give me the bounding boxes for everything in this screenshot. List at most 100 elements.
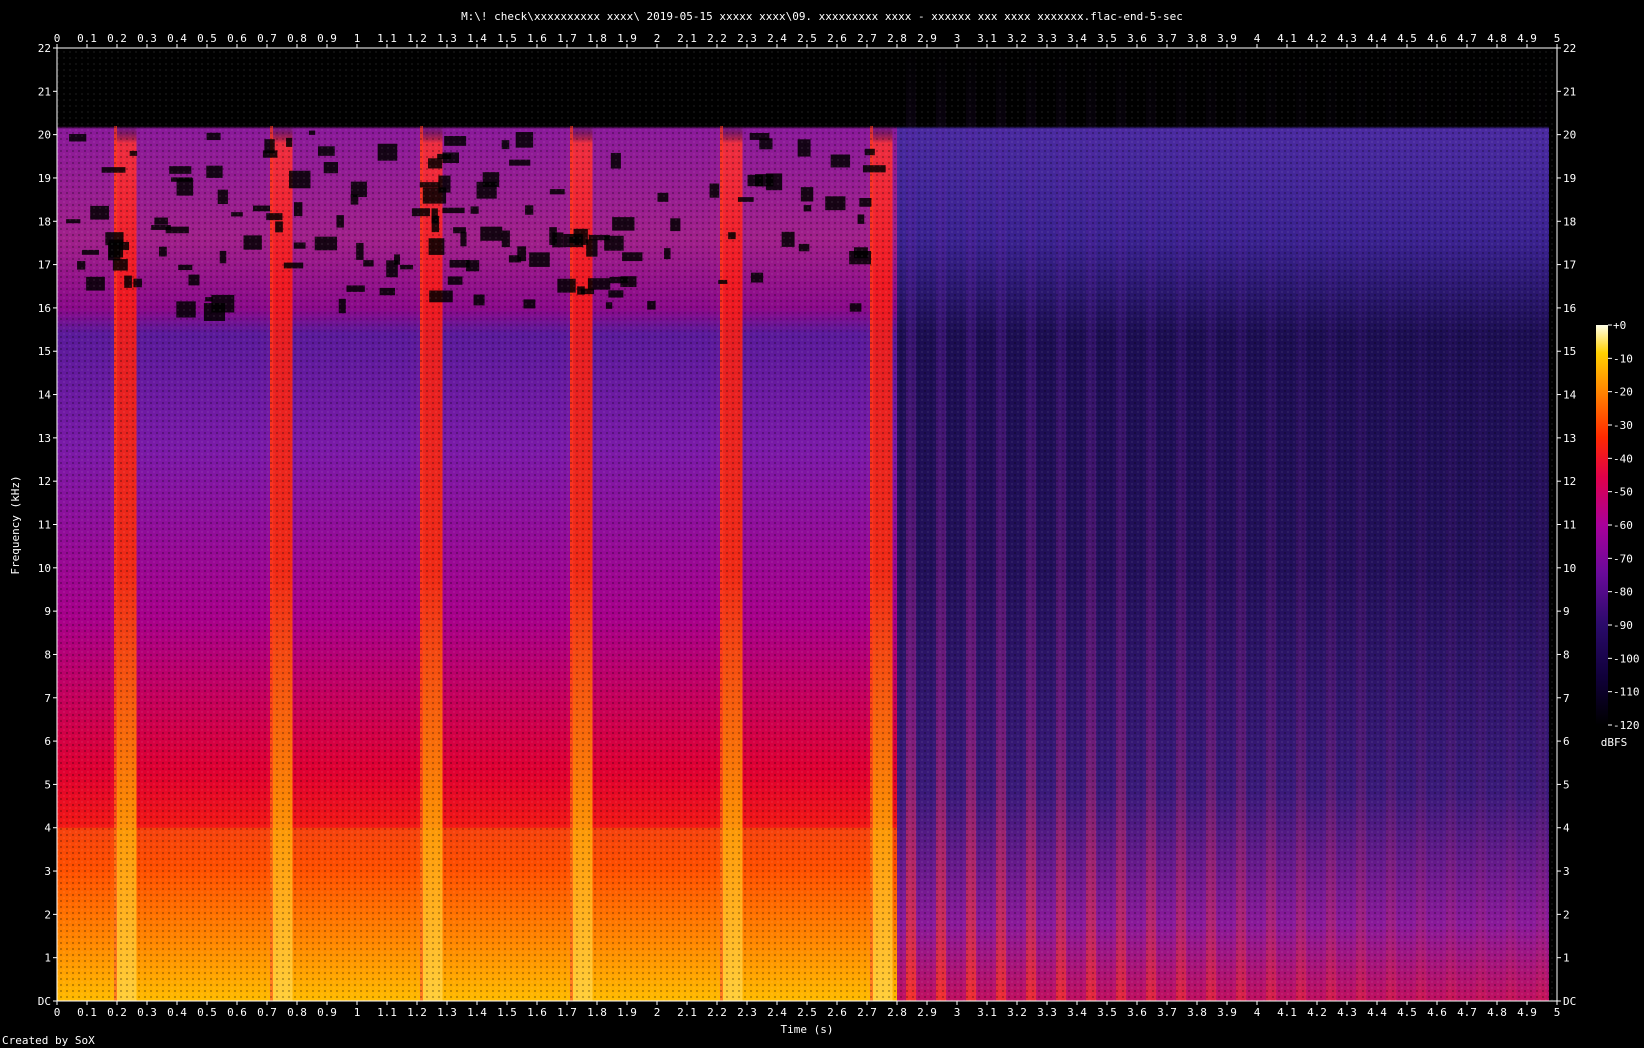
x-tick-label-bottom: 3.3 bbox=[1037, 1006, 1057, 1019]
x-tick-label-top: 2.4 bbox=[767, 32, 787, 45]
x-tick-label-top: 4.6 bbox=[1427, 32, 1447, 45]
colorbar-tick-label: -20 bbox=[1613, 386, 1633, 399]
y-tick-label-right: 17 bbox=[1563, 259, 1576, 272]
y-axis-right: DC12345678910111213141516171819202122 bbox=[1557, 42, 1577, 1008]
x-tick-label-top: 2.7 bbox=[857, 32, 877, 45]
colorbar-tick-label: -30 bbox=[1613, 419, 1633, 432]
x-tick-label-bottom: 3.5 bbox=[1097, 1006, 1117, 1019]
y-tick-label-right: 15 bbox=[1563, 345, 1576, 358]
x-tick-label-top: 4 bbox=[1254, 32, 1261, 45]
y-tick-label-right: 4 bbox=[1563, 822, 1570, 835]
x-tick-label-bottom: 2.1 bbox=[677, 1006, 697, 1019]
colorbar-gradient bbox=[1596, 325, 1608, 725]
x-axis-label: Time (s) bbox=[781, 1023, 834, 1036]
x-tick-label-top: 1.2 bbox=[407, 32, 427, 45]
x-tick-label-bottom: 4.5 bbox=[1397, 1006, 1417, 1019]
x-tick-label-top: 1 bbox=[354, 32, 361, 45]
x-tick-label-bottom: 2.8 bbox=[887, 1006, 907, 1019]
x-tick-label-top: 0.4 bbox=[167, 32, 187, 45]
y-tick-label-left: 2 bbox=[44, 908, 51, 921]
x-tick-label-top: 3.1 bbox=[977, 32, 997, 45]
x-tick-label-bottom: 1.4 bbox=[467, 1006, 487, 1019]
x-tick-label-top: 2.5 bbox=[797, 32, 817, 45]
y-tick-label-left: 15 bbox=[38, 345, 51, 358]
x-tick-label-bottom: 4.2 bbox=[1307, 1006, 1327, 1019]
y-axis-left: DC12345678910111213141516171819202122 bbox=[38, 42, 57, 1008]
x-tick-label-bottom: 4.9 bbox=[1517, 1006, 1537, 1019]
x-tick-label-bottom: 2.6 bbox=[827, 1006, 847, 1019]
y-tick-label-left: 16 bbox=[38, 302, 51, 315]
x-tick-label-top: 2.6 bbox=[827, 32, 847, 45]
y-tick-label-left: DC bbox=[38, 995, 51, 1008]
x-tick-label-top: 4.9 bbox=[1517, 32, 1537, 45]
y-tick-label-left: 4 bbox=[44, 822, 51, 835]
y-tick-label-left: 9 bbox=[44, 605, 51, 618]
y-tick-label-right: 11 bbox=[1563, 519, 1576, 532]
x-tick-label-top: 3.9 bbox=[1217, 32, 1237, 45]
x-tick-label-bottom: 2.4 bbox=[767, 1006, 787, 1019]
y-tick-label-right: 20 bbox=[1563, 129, 1576, 142]
x-tick-label-top: 3.5 bbox=[1097, 32, 1117, 45]
y-tick-label-right: 2 bbox=[1563, 908, 1570, 921]
x-tick-label-top: 4.1 bbox=[1277, 32, 1297, 45]
x-tick-label-top: 0.7 bbox=[257, 32, 277, 45]
x-tick-label-bottom: 2.9 bbox=[917, 1006, 937, 1019]
colorbar: +0 -10 -20 -30 -40 -50 -60 -70 -80 -90 -100 -110 -12… bbox=[1596, 319, 1640, 749]
footer-credit: Created by SoX bbox=[2, 1034, 95, 1047]
x-tick-label-bottom: 2 bbox=[654, 1006, 661, 1019]
x-tick-label-bottom: 5 bbox=[1554, 1006, 1561, 1019]
x-tick-label-top: 2.3 bbox=[737, 32, 757, 45]
y-tick-label-left: 8 bbox=[44, 648, 51, 661]
colorbar-tick-label: -10 bbox=[1613, 352, 1633, 365]
x-tick-label-top: 4.8 bbox=[1487, 32, 1507, 45]
x-tick-label-bottom: 1.8 bbox=[587, 1006, 607, 1019]
x-tick-label-bottom: 0.3 bbox=[137, 1006, 157, 1019]
x-tick-label-top: 4.4 bbox=[1367, 32, 1387, 45]
x-tick-label-bottom: 0.7 bbox=[257, 1006, 277, 1019]
x-tick-label-top: 0.2 bbox=[107, 32, 127, 45]
x-tick-label-top: 3.3 bbox=[1037, 32, 1057, 45]
x-tick-label-top: 1.9 bbox=[617, 32, 637, 45]
y-tick-label-right: 22 bbox=[1563, 42, 1576, 55]
x-tick-label-bottom: 4.6 bbox=[1427, 1006, 1447, 1019]
x-tick-label-bottom: 3.2 bbox=[1007, 1006, 1027, 1019]
x-tick-label-bottom: 3 bbox=[954, 1006, 961, 1019]
colorbar-tick-label: -40 bbox=[1613, 452, 1633, 465]
y-tick-label-right: 1 bbox=[1563, 952, 1570, 965]
colorbar-label: dBFS bbox=[1601, 736, 1628, 749]
x-tick-label-bottom: 4.4 bbox=[1367, 1006, 1387, 1019]
y-tick-label-left: 5 bbox=[44, 778, 51, 791]
x-tick-label-bottom: 1.1 bbox=[377, 1006, 397, 1019]
y-tick-label-right: 19 bbox=[1563, 172, 1576, 185]
x-tick-label-bottom: 3.6 bbox=[1127, 1006, 1147, 1019]
x-tick-label-bottom: 3.4 bbox=[1067, 1006, 1087, 1019]
colorbar-tick-label: -90 bbox=[1613, 619, 1633, 632]
y-tick-label-right: 3 bbox=[1563, 865, 1570, 878]
x-tick-label-bottom: 4.3 bbox=[1337, 1006, 1357, 1019]
y-tick-label-left: 12 bbox=[38, 475, 51, 488]
x-axis-top: 0 0.1 0.2 0.3 0.4 0.5 0.6 0.7 0.8 0.9 1 1.1 1.2 1.3 1.… bbox=[54, 32, 1561, 48]
x-tick-label-bottom: 3.7 bbox=[1157, 1006, 1177, 1019]
x-tick-label-bottom: 0.9 bbox=[317, 1006, 337, 1019]
colorbar-tick-label: -80 bbox=[1613, 586, 1633, 599]
chart-title: M:\! check\xxxxxxxxxx xxxx\ 2019-05-15 x… bbox=[461, 10, 1183, 23]
y-tick-label-left: 1 bbox=[44, 952, 51, 965]
x-tick-label-bottom: 0.4 bbox=[167, 1006, 187, 1019]
x-tick-label-top: 4.3 bbox=[1337, 32, 1357, 45]
noise-texture bbox=[57, 48, 1557, 1001]
colorbar-tick-label: -70 bbox=[1613, 552, 1633, 565]
x-tick-label-top: 3.8 bbox=[1187, 32, 1207, 45]
y-tick-label-right: 14 bbox=[1563, 389, 1577, 402]
x-tick-label-bottom: 1.6 bbox=[527, 1006, 547, 1019]
x-tick-label-top: 0.6 bbox=[227, 32, 247, 45]
x-axis-bottom: 0 0.1 0.2 0.3 0.4 0.5 0.6 0.7 0.8 0.9 1 1.1 1.2 1.3 1.… bbox=[54, 1001, 1561, 1019]
y-tick-label-left: 17 bbox=[38, 259, 51, 272]
colorbar-tick-label: -120 bbox=[1613, 719, 1640, 732]
y-tick-label-left: 19 bbox=[38, 172, 51, 185]
y-tick-label-right: 10 bbox=[1563, 562, 1576, 575]
y-tick-label-left: 11 bbox=[38, 519, 51, 532]
y-tick-label-right: 21 bbox=[1563, 85, 1576, 98]
x-tick-label-top: 5 bbox=[1554, 32, 1561, 45]
x-tick-label-top: 2.1 bbox=[677, 32, 697, 45]
colorbar-tick-label: -110 bbox=[1613, 686, 1640, 699]
